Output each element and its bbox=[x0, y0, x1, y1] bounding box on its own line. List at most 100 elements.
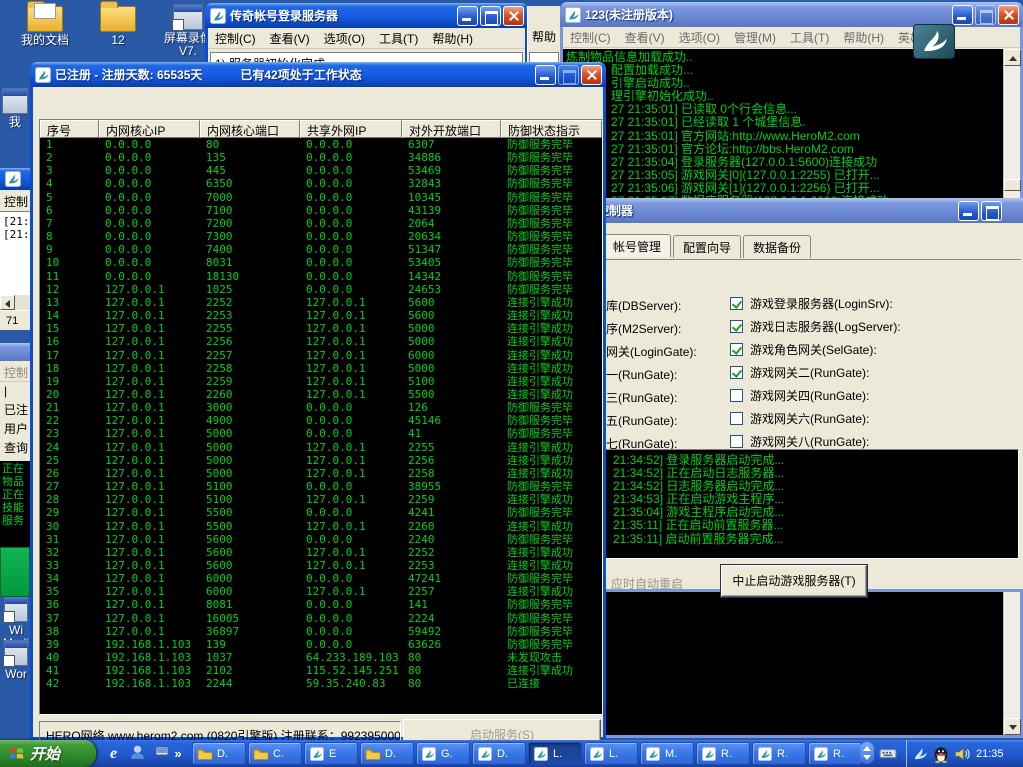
table-row[interactable]: 18127.0.0.12258127.0.0.15000连接引擎成功 bbox=[40, 362, 602, 375]
menu-item[interactable]: 查看(V) bbox=[618, 27, 672, 48]
service-checkbox[interactable] bbox=[730, 343, 743, 356]
table-row[interactable]: 20127.0.0.12260127.0.0.15500连接引擎成功 bbox=[40, 388, 602, 401]
table-row[interactable]: 22127.0.0.149000.0.0.045146防御服务完毕 bbox=[40, 414, 602, 427]
maximize-button[interactable] bbox=[981, 201, 1002, 221]
scroll-left-button[interactable] bbox=[0, 295, 15, 310]
table-row[interactable]: 15127.0.0.12255127.0.0.15000连接引擎成功 bbox=[40, 322, 602, 335]
table-row[interactable]: 70.0.0.072000.0.0.02064防御服务完毕 bbox=[40, 217, 602, 230]
table-row[interactable]: 16127.0.0.12256127.0.0.15000连接引擎成功 bbox=[40, 335, 602, 348]
taskbar-button[interactable]: E bbox=[304, 742, 358, 765]
start-button[interactable]: 开始 bbox=[0, 740, 96, 767]
table-row[interactable]: 50.0.0.070000.0.0.010345防御服务完毕 bbox=[40, 191, 602, 204]
swan-tray-icon[interactable] bbox=[911, 745, 929, 763]
menu-item[interactable]: 帮助(H) bbox=[836, 27, 891, 48]
table-row[interactable]: 90.0.0.074000.0.0.051347防御服务完毕 bbox=[40, 243, 602, 256]
taskbar-button[interactable]: L. bbox=[528, 742, 582, 765]
scroll-up-button[interactable] bbox=[1004, 49, 1021, 66]
column-header[interactable]: 防御状态指示 bbox=[501, 120, 602, 138]
table-row[interactable]: 40192.168.1.103103764.233.189.10380未发现攻击 bbox=[40, 651, 602, 664]
column-header[interactable]: 序号 bbox=[40, 120, 99, 138]
table-row[interactable]: 17127.0.0.12257127.0.0.16000连接引擎成功 bbox=[40, 349, 602, 362]
table-row[interactable]: 30127.0.0.15500127.0.0.12260连接引擎成功 bbox=[40, 520, 602, 533]
maximize-button[interactable] bbox=[480, 6, 501, 26]
menu-item[interactable]: | bbox=[0, 382, 30, 401]
table-row[interactable]: 110.0.0.0181300.0.0.014342防御服务完毕 bbox=[40, 270, 602, 283]
menu-item[interactable]: 选项(O) bbox=[317, 28, 372, 49]
table-row[interactable]: 20.0.0.01350.0.0.034886防御服务完毕 bbox=[40, 151, 602, 164]
table-row[interactable]: 35127.0.0.16000127.0.0.12257连接引擎成功 bbox=[40, 585, 602, 598]
taskbar-button[interactable]: D. bbox=[360, 742, 414, 765]
menu-item[interactable]: 用户 bbox=[0, 420, 30, 439]
legend-titlebar[interactable]: 传奇帐号登录服务器 bbox=[205, 3, 528, 28]
scrollbar-thumb[interactable] bbox=[1004, 179, 1021, 191]
menu-item[interactable]: 帮助(H) bbox=[425, 28, 480, 49]
volume-tray-icon[interactable] bbox=[953, 745, 971, 763]
quicklaunch-overflow-chevron[interactable]: » bbox=[172, 744, 184, 763]
tray-expand-chevrons[interactable] bbox=[860, 742, 874, 764]
menu-item[interactable]: 工具(T) bbox=[372, 28, 425, 49]
messenger-quicklaunch-icon[interactable] bbox=[128, 744, 147, 763]
maximize-button[interactable] bbox=[975, 5, 996, 25]
minimize-button[interactable] bbox=[535, 65, 556, 85]
service-checkbox[interactable] bbox=[730, 320, 743, 333]
service-checkbox[interactable] bbox=[730, 366, 743, 379]
minimize-button[interactable] bbox=[952, 5, 973, 25]
table-row[interactable]: 23127.0.0.150000.0.0.041防御服务完毕 bbox=[40, 427, 602, 440]
table-row[interactable]: 42192.168.1.103224459.35.240.8380已连接 bbox=[40, 677, 602, 690]
menu-item[interactable]: 控制(C) bbox=[563, 27, 618, 48]
table-row[interactable]: 12127.0.0.110250.0.0.024653防御服务完毕 bbox=[40, 283, 602, 296]
close-button[interactable] bbox=[503, 6, 524, 26]
table-row[interactable]: 31127.0.0.156000.0.0.02240防御服务完毕 bbox=[40, 533, 602, 546]
table-row[interactable]: 30.0.0.04450.0.0.053469防御服务完毕 bbox=[40, 164, 602, 177]
m2-titlebar[interactable]: 123(未注册版本) bbox=[560, 2, 1023, 27]
tab-2[interactable]: 配置向导 bbox=[673, 235, 741, 258]
table-row[interactable]: 39192.168.1.1031390.0.0.063626防御服务完毕 bbox=[40, 638, 602, 651]
menu-item[interactable]: 已注 bbox=[0, 401, 30, 420]
menu-item[interactable]: 查询 bbox=[0, 439, 30, 458]
table-row[interactable]: 34127.0.0.160000.0.0.047241防御服务完毕 bbox=[40, 572, 602, 585]
table-row[interactable]: 60.0.0.071000.0.0.043139防御服务完毕 bbox=[40, 204, 602, 217]
table-row[interactable]: 13127.0.0.12252127.0.0.15600连接引擎成功 bbox=[40, 296, 602, 309]
ie-quicklaunch-icon[interactable]: e bbox=[104, 744, 123, 763]
table-row[interactable]: 24127.0.0.15000127.0.0.12255连接引擎成功 bbox=[40, 441, 602, 454]
table-row[interactable]: 38127.0.0.1368970.0.0.059492防御服务完毕 bbox=[40, 625, 602, 638]
table-row[interactable]: 100.0.0.080310.0.0.053405防御服务完毕 bbox=[40, 256, 602, 269]
column-header[interactable]: 内网核心端口 bbox=[200, 120, 300, 138]
menu-item[interactable]: 管理(M) bbox=[727, 27, 783, 48]
menu-item[interactable]: 控制(C) bbox=[208, 28, 263, 49]
fragment-b-titlebar[interactable] bbox=[0, 343, 30, 361]
service-checkbox[interactable] bbox=[730, 412, 743, 425]
tab-1[interactable]: 帐号管理 bbox=[603, 234, 671, 257]
keyboard-tray-icon[interactable] bbox=[878, 744, 897, 763]
column-header[interactable]: 共享外网IP bbox=[300, 120, 402, 138]
controller-titlebar[interactable]: 控制器 bbox=[572, 198, 1023, 223]
close-button[interactable] bbox=[998, 5, 1019, 25]
desktop-icon-word-partial[interactable]: Wor bbox=[0, 640, 32, 681]
taskbar-button[interactable]: L. bbox=[584, 742, 638, 765]
table-row[interactable]: 19127.0.0.12259127.0.0.15100连接引擎成功 bbox=[40, 375, 602, 388]
scroll-down-button[interactable] bbox=[1004, 718, 1021, 735]
table-row[interactable]: 25127.0.0.15000127.0.0.12256连接引擎成功 bbox=[40, 454, 602, 467]
fragment-b-menubar[interactable]: 控制 bbox=[0, 361, 30, 381]
table-row[interactable]: 80.0.0.073000.0.0.020634防御服务完毕 bbox=[40, 230, 602, 243]
show-desktop-icon[interactable] bbox=[152, 744, 171, 763]
column-header[interactable]: 内网核心IP bbox=[99, 120, 200, 138]
table-row[interactable]: 33127.0.0.15600127.0.0.12253连接引擎成功 bbox=[40, 559, 602, 572]
column-header[interactable]: 对外开放端口 bbox=[402, 120, 501, 138]
fragment-b-green-button[interactable] bbox=[0, 547, 30, 597]
taskbar-button[interactable]: R. bbox=[696, 742, 750, 765]
service-checkbox[interactable] bbox=[730, 297, 743, 310]
taskbar-button[interactable]: M. bbox=[640, 742, 694, 765]
tab-3[interactable]: 数据备份 bbox=[743, 235, 811, 258]
table-row[interactable]: 10.0.0.0800.0.0.06307防御服务完毕 bbox=[40, 138, 602, 151]
fragment-a-hscrollbar[interactable] bbox=[0, 295, 30, 310]
desktop-icon-my-documents[interactable]: 我的文档 bbox=[12, 6, 78, 47]
maximize-button[interactable] bbox=[558, 65, 579, 85]
taskbar-button[interactable]: G. bbox=[416, 742, 470, 765]
table-row[interactable]: 29127.0.0.155000.0.0.04241防御服务完毕 bbox=[40, 506, 602, 519]
main-titlebar[interactable]: 已注册 - 注册天数: 65535天 已有42项处于工作状态 bbox=[30, 62, 606, 87]
minimize-button[interactable] bbox=[457, 6, 478, 26]
table-row[interactable]: 36127.0.0.180810.0.0.0141防御服务完毕 bbox=[40, 598, 602, 611]
menu-item[interactable]: 查看(V) bbox=[263, 28, 317, 49]
table-row[interactable]: 32127.0.0.15600127.0.0.12252连接引擎成功 bbox=[40, 546, 602, 559]
